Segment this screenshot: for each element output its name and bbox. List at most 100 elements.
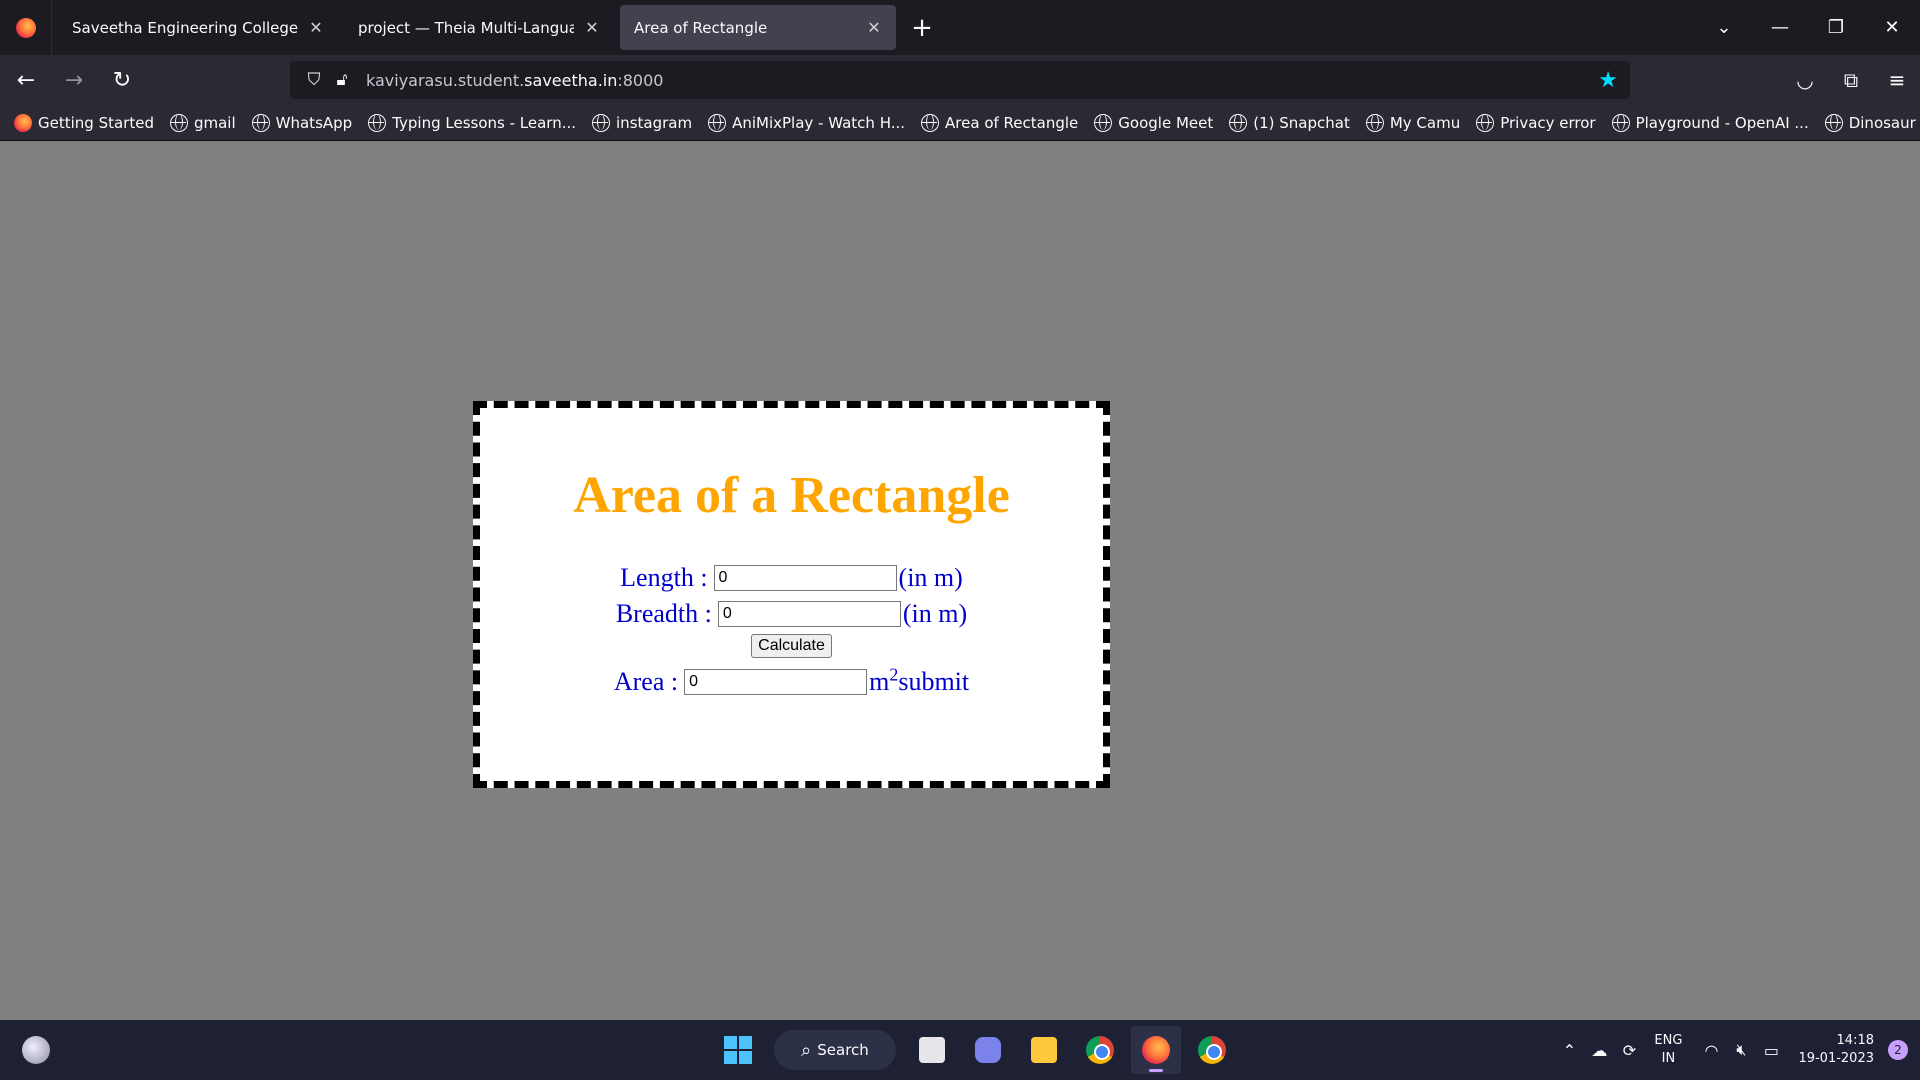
- taskbar-search[interactable]: ⌕ Search: [774, 1030, 896, 1070]
- menu-icon[interactable]: ≡: [1874, 60, 1920, 100]
- search-label: Search: [817, 1041, 869, 1059]
- bookmark-dinosaur-game[interactable]: Dinosaur Game: [1824, 113, 1920, 132]
- bookmark-label: instagram: [616, 113, 693, 132]
- bookmark-getting-started[interactable]: Getting Started: [14, 113, 154, 132]
- bookmark-instagram[interactable]: instagram: [592, 113, 693, 132]
- bookmark-playground-openai[interactable]: Playground - OpenAI ...: [1611, 113, 1809, 132]
- calculator-card: Area of a Rectangle Length : (in m) Brea…: [473, 401, 1110, 788]
- firefox-button[interactable]: [1131, 1026, 1181, 1074]
- bookmark-whatsapp[interactable]: WhatsApp: [251, 113, 353, 132]
- minimize-button[interactable]: —: [1752, 0, 1808, 55]
- close-icon[interactable]: ✕: [864, 18, 884, 37]
- back-button[interactable]: ←: [4, 60, 48, 100]
- lock-icon[interactable]: 🔓︎: [328, 70, 356, 90]
- area-label: Area :: [613, 667, 679, 696]
- list-tabs-chevron-icon[interactable]: ⌄: [1696, 0, 1752, 55]
- language-indicator[interactable]: ENG IN: [1654, 1032, 1682, 1068]
- bookmark-animixplay[interactable]: AniMixPlay - Watch H...: [708, 113, 906, 132]
- bookmark-label: Playground - OpenAI ...: [1635, 113, 1809, 132]
- close-icon[interactable]: ✕: [582, 18, 602, 37]
- shield-icon[interactable]: ⛉: [300, 70, 328, 90]
- task-view-button[interactable]: [907, 1026, 957, 1074]
- extensions-icon[interactable]: ⧉: [1828, 60, 1874, 100]
- close-window-button[interactable]: ✕: [1864, 0, 1920, 55]
- globe-icon: [368, 113, 387, 132]
- chrome-button[interactable]: [1075, 1026, 1125, 1074]
- globe-icon: [1094, 113, 1113, 132]
- new-tab-button[interactable]: +: [902, 8, 942, 48]
- windows-icon: [724, 1036, 752, 1064]
- onedrive-cloud-icon[interactable]: ☁: [1584, 1041, 1614, 1060]
- show-hidden-icons-chevron-icon[interactable]: ⌃: [1554, 1041, 1584, 1060]
- start-button[interactable]: [713, 1026, 763, 1074]
- reload-button[interactable]: ↻: [100, 60, 144, 100]
- bookmark-star-icon[interactable]: ★: [1598, 68, 1618, 93]
- clock-date: 19-01-2023: [1798, 1051, 1874, 1066]
- bookmark-label: AniMixPlay - Watch H...: [732, 113, 906, 132]
- area-output[interactable]: [684, 669, 868, 695]
- sync-icon[interactable]: ⟳: [1614, 1041, 1644, 1060]
- length-input[interactable]: [713, 565, 897, 591]
- bookmark-area-of-rectangle[interactable]: Area of Rectangle: [921, 113, 1079, 132]
- breadth-unit: (in m): [902, 599, 968, 628]
- taskbar: ⌕ Search ⌃ ☁ ⟳ ENG IN ◠ 🔇︎ ▭ 14:18 19-01…: [0, 1020, 1920, 1080]
- clock-time: 14:18: [1836, 1033, 1874, 1048]
- clock[interactable]: 14:18 19-01-2023: [1798, 1032, 1874, 1068]
- globe-icon: [1365, 113, 1384, 132]
- firefox-icon: [14, 113, 32, 132]
- page-viewport: Area of a Rectangle Length : (in m) Brea…: [0, 141, 1920, 1020]
- url-bar[interactable]: ⛉ 🔓︎ kaviyarasu.student.saveetha.in:8000…: [290, 61, 1630, 99]
- globe-icon: [1229, 113, 1248, 132]
- bookmark-label: gmail: [193, 113, 236, 132]
- restore-button[interactable]: ❐: [1808, 0, 1864, 55]
- globe-icon: [169, 113, 188, 132]
- navigation-bar: ← → ↻ ⛉ 🔓︎ kaviyarasu.student.saveetha.i…: [0, 55, 1920, 105]
- bookmark-label: Privacy error: [1500, 113, 1596, 132]
- notification-badge[interactable]: 2: [1888, 1040, 1908, 1060]
- bookmark-privacy-error[interactable]: Privacy error: [1476, 113, 1596, 132]
- tab-area-of-rectangle[interactable]: Area of Rectangle ✕: [620, 5, 896, 50]
- folder-icon: [1031, 1037, 1057, 1063]
- calculate-button[interactable]: Calculate: [751, 634, 832, 658]
- bookmark-label: WhatsApp: [275, 113, 353, 132]
- breadth-row: Breadth : (in m): [480, 596, 1103, 632]
- bookmark-gmail[interactable]: gmail: [169, 113, 236, 132]
- forward-button[interactable]: →: [52, 60, 96, 100]
- globe-icon: [921, 113, 940, 132]
- pocket-icon[interactable]: ◡: [1782, 60, 1828, 100]
- firefox-menu[interactable]: [0, 0, 52, 55]
- close-icon[interactable]: ✕: [306, 18, 326, 37]
- bookmark-snapchat[interactable]: (1) Snapchat: [1229, 113, 1350, 132]
- task-view-icon: [919, 1037, 945, 1063]
- breadth-input[interactable]: [717, 601, 901, 627]
- area-unit: m2submit: [869, 664, 970, 696]
- firefox-icon: [1142, 1036, 1170, 1064]
- bookmark-typing-lessons[interactable]: Typing Lessons - Learn...: [368, 113, 576, 132]
- search-icon: ⌕: [801, 1039, 812, 1061]
- globe-icon: [1611, 113, 1630, 132]
- battery-icon[interactable]: ▭: [1756, 1041, 1786, 1060]
- url-text: kaviyarasu.student.saveetha.in:8000: [366, 70, 664, 90]
- globe-icon: [1824, 113, 1843, 132]
- globe-icon: [708, 113, 727, 132]
- globe-icon: [1476, 113, 1495, 132]
- tab-project[interactable]: project — Theia Multi-Language Ex ✕: [344, 5, 614, 50]
- firefox-icon: [15, 17, 36, 38]
- bookmark-label: Area of Rectangle: [945, 113, 1079, 132]
- teams-chat-button[interactable]: [963, 1026, 1013, 1074]
- bookmark-google-meet[interactable]: Google Meet: [1094, 113, 1214, 132]
- breadth-label: Breadth :: [615, 599, 712, 628]
- chrome-profile-button[interactable]: [1187, 1026, 1237, 1074]
- globe-icon: [592, 113, 611, 132]
- bookmarks-toolbar: Getting Started gmail WhatsApp Typing Le…: [0, 105, 1920, 141]
- tab-title: Saveetha Engineering College: [72, 18, 298, 37]
- weather-icon[interactable]: [22, 1036, 50, 1064]
- file-explorer-button[interactable]: [1019, 1026, 1069, 1074]
- length-row: Length : (in m): [480, 560, 1103, 596]
- volume-muted-icon[interactable]: 🔇︎: [1726, 1040, 1756, 1060]
- bookmark-my-camu[interactable]: My Camu: [1365, 113, 1460, 132]
- button-row: Calculate: [480, 634, 1103, 658]
- wifi-icon[interactable]: ◠: [1696, 1041, 1726, 1060]
- bookmark-label: Google Meet: [1118, 113, 1214, 132]
- tab-saveetha[interactable]: Saveetha Engineering College ✕: [58, 5, 338, 50]
